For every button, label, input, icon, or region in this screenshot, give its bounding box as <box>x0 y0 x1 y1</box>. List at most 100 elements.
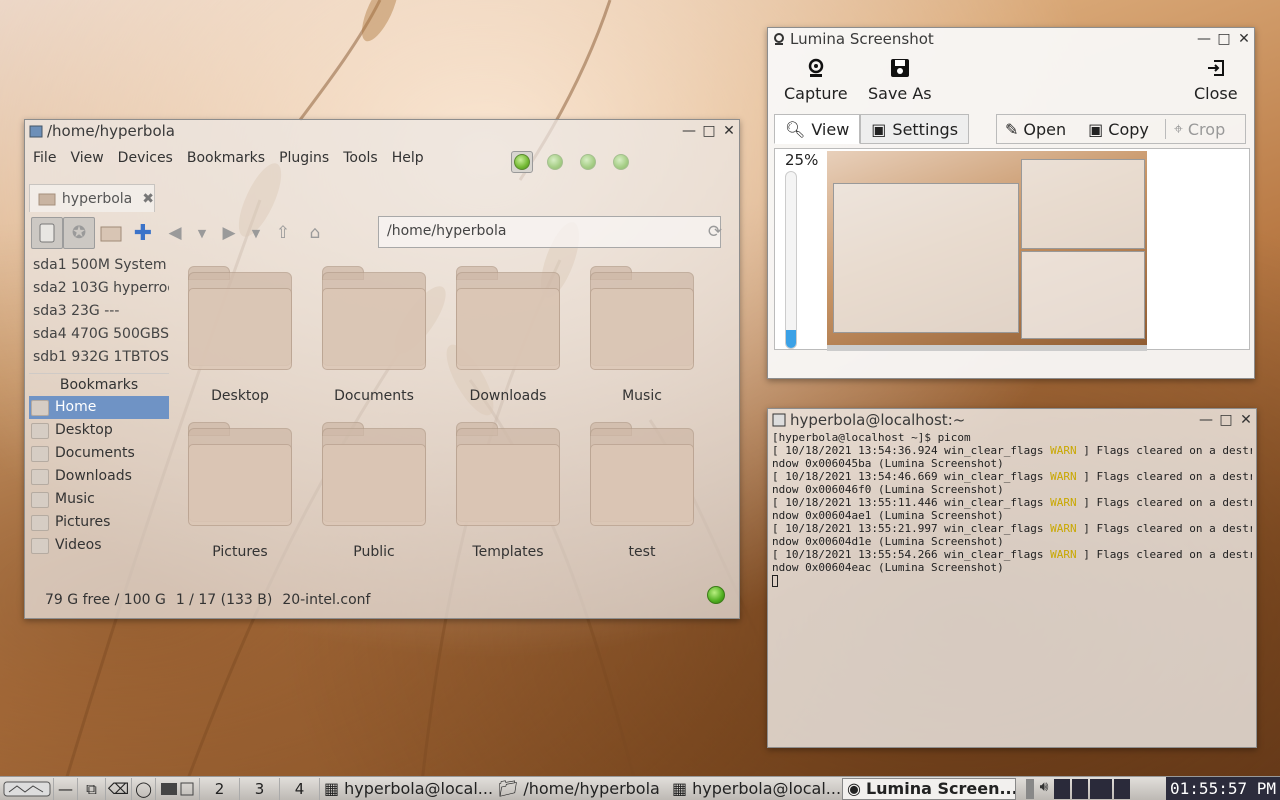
up-icon[interactable]: ⇧ <box>267 217 299 249</box>
device-view-button[interactable] <box>31 217 63 249</box>
minimize-button[interactable]: — <box>679 121 699 141</box>
minimize-button[interactable]: — <box>1194 29 1214 49</box>
terminal-line: ndow 0x006045ba (Lumina Screenshot) <box>772 457 1004 470</box>
workspace-1[interactable] <box>156 777 200 800</box>
bookmark-view-button[interactable]: ✪ <box>63 217 95 249</box>
add-icon[interactable]: ✚ <box>127 217 159 249</box>
folder-documents[interactable]: Documents <box>319 266 429 404</box>
close-button[interactable]: ✕ <box>1236 410 1256 430</box>
back-history-dropdown-icon[interactable]: ▼ <box>191 217 213 249</box>
folder-templates[interactable]: Templates <box>453 422 563 560</box>
fm-statusbar: 79 G free / 100 G 1 / 17 (133 B) 20-inte… <box>45 592 370 608</box>
save-as-button[interactable]: Save As <box>868 58 932 103</box>
device-sdb1[interactable]: sdb1 932G 1TBTOSH <box>29 346 169 369</box>
folder-label: Templates <box>472 544 544 560</box>
net-monitor-icon[interactable] <box>1090 778 1112 799</box>
fm-title: /home/hyperbola <box>47 122 175 140</box>
bookmark-videos[interactable]: Videos <box>29 534 169 557</box>
device-sda1[interactable]: sda1 500M System R <box>29 254 169 277</box>
browser-launcher-icon[interactable]: ◯ <box>132 777 156 800</box>
term-titlebar[interactable]: hyperbola@localhost:~ — □ ✕ <box>768 409 1256 431</box>
cpu-monitor-icon[interactable] <box>1054 778 1070 799</box>
task-file-manager[interactable]: 📁︎/home/hyperbola <box>494 778 668 800</box>
menu-help[interactable]: Help <box>392 150 424 166</box>
fm-titlebar[interactable]: /home/hyperbola — □ ✕ <box>25 120 739 142</box>
show-desktop-icon[interactable]: — <box>54 777 78 800</box>
bookmark-music[interactable]: Music <box>29 488 169 511</box>
new-folder-icon[interactable] <box>95 217 127 249</box>
folder-downloads[interactable]: Downloads <box>453 266 563 404</box>
menu-plugins[interactable]: Plugins <box>279 150 329 166</box>
terminal-launcher-icon[interactable]: ⌫ <box>106 777 132 800</box>
path-input[interactable]: /home/hyperbola <box>378 216 721 248</box>
taskbar: — ⧉ ⌫ ◯ 2 3 4 ▦ hyperbola@local... 📁︎/hom… <box>0 776 1280 800</box>
folder-icon <box>31 399 49 416</box>
menu-devices[interactable]: Devices <box>118 150 173 166</box>
battery-icon[interactable] <box>1026 778 1034 799</box>
panel-1-button[interactable] <box>511 151 533 173</box>
device-sda4[interactable]: sda4 470G 500GBST <box>29 323 169 346</box>
copy-button[interactable]: ▣ Copy <box>1080 120 1157 139</box>
folder-music[interactable]: Music <box>587 266 697 404</box>
close-button[interactable]: ✕ <box>719 121 739 141</box>
terminal-output[interactable]: [hyperbola@localhost ~]$ picom[ 10/18/20… <box>772 431 1252 743</box>
bookmark-desktop[interactable]: Desktop <box>29 419 169 442</box>
task-lumina-screenshot[interactable]: ◉ Lumina Screen... <box>842 777 1016 800</box>
task-terminal-1[interactable]: ▦ hyperbola@local... <box>320 778 494 800</box>
folder-icon <box>456 266 560 372</box>
close-app-button[interactable]: Close <box>1194 58 1238 103</box>
folder-public[interactable]: Public <box>319 422 429 560</box>
workspace-2[interactable]: 2 <box>200 777 240 800</box>
panel-4-button[interactable] <box>610 151 632 173</box>
bookmark-documents[interactable]: Documents <box>29 442 169 465</box>
bookmark-pictures[interactable]: Pictures <box>29 511 169 534</box>
tab-hyperbola[interactable]: hyperbola ✖ <box>29 184 155 212</box>
term-title: hyperbola@localhost:~ <box>790 411 966 429</box>
start-menu-button[interactable] <box>0 777 54 800</box>
tab-view[interactable]: 🔍︎ View <box>774 114 861 144</box>
bookmark-home[interactable]: Home <box>29 396 169 419</box>
webcam-icon <box>808 58 824 77</box>
forward-history-dropdown-icon[interactable]: ▼ <box>245 217 267 249</box>
bookmark-downloads[interactable]: Downloads <box>29 465 169 488</box>
menu-view[interactable]: View <box>70 150 103 166</box>
window-list-icon[interactable]: ⧉ <box>78 777 106 800</box>
menu-file[interactable]: File <box>33 150 56 166</box>
device-sda2[interactable]: sda2 103G hyperroot <box>29 277 169 300</box>
ss-title: Lumina Screenshot <box>790 30 934 48</box>
zoom-slider[interactable] <box>785 171 797 349</box>
disk-monitor-icon[interactable] <box>1114 778 1130 799</box>
folder-icon <box>31 514 49 531</box>
panel-3-button[interactable] <box>577 151 599 173</box>
menu-tools[interactable]: Tools <box>343 150 378 166</box>
panel-2-button[interactable] <box>544 151 566 173</box>
volume-icon[interactable]: 🔊︎ <box>1036 779 1052 799</box>
device-sda3[interactable]: sda3 23G --- <box>29 300 169 323</box>
task-label: Lumina Screen... <box>865 779 1016 798</box>
terminal-line: ndow 0x006046f0 (Lumina Screenshot) <box>772 483 1004 496</box>
crop-button[interactable]: ⌖ Crop <box>1164 119 1233 139</box>
capture-button[interactable]: Capture <box>784 58 848 103</box>
tab-close-icon[interactable]: ✖ <box>142 191 154 207</box>
maximize-button[interactable]: □ <box>1214 29 1234 49</box>
folder-desktop[interactable]: Desktop <box>185 266 295 404</box>
refresh-icon[interactable]: ⟳ <box>699 216 731 248</box>
menu-bookmarks[interactable]: Bookmarks <box>187 150 265 166</box>
workspace-3[interactable]: 3 <box>240 777 280 800</box>
maximize-button[interactable]: □ <box>1216 410 1236 430</box>
close-button[interactable]: ✕ <box>1234 29 1254 49</box>
folder-test[interactable]: test <box>587 422 697 560</box>
clock[interactable]: 01:55:57 PM <box>1166 776 1280 800</box>
open-button[interactable]: ✎ Open <box>997 120 1074 139</box>
mem-monitor-icon[interactable] <box>1072 778 1088 799</box>
workspace-4[interactable]: 4 <box>280 777 320 800</box>
folder-pictures[interactable]: Pictures <box>185 422 295 560</box>
forward-icon[interactable]: ▶ <box>213 217 245 249</box>
tab-settings[interactable]: ▣ Settings <box>860 114 970 144</box>
minimize-button[interactable]: — <box>1196 410 1216 430</box>
ss-titlebar[interactable]: Lumina Screenshot — □ ✕ <box>768 28 1254 50</box>
maximize-button[interactable]: □ <box>699 121 719 141</box>
home-icon[interactable]: ⌂ <box>299 217 331 249</box>
task-terminal-2[interactable]: ▦ hyperbola@local... <box>668 778 842 800</box>
back-icon[interactable]: ◀ <box>159 217 191 249</box>
